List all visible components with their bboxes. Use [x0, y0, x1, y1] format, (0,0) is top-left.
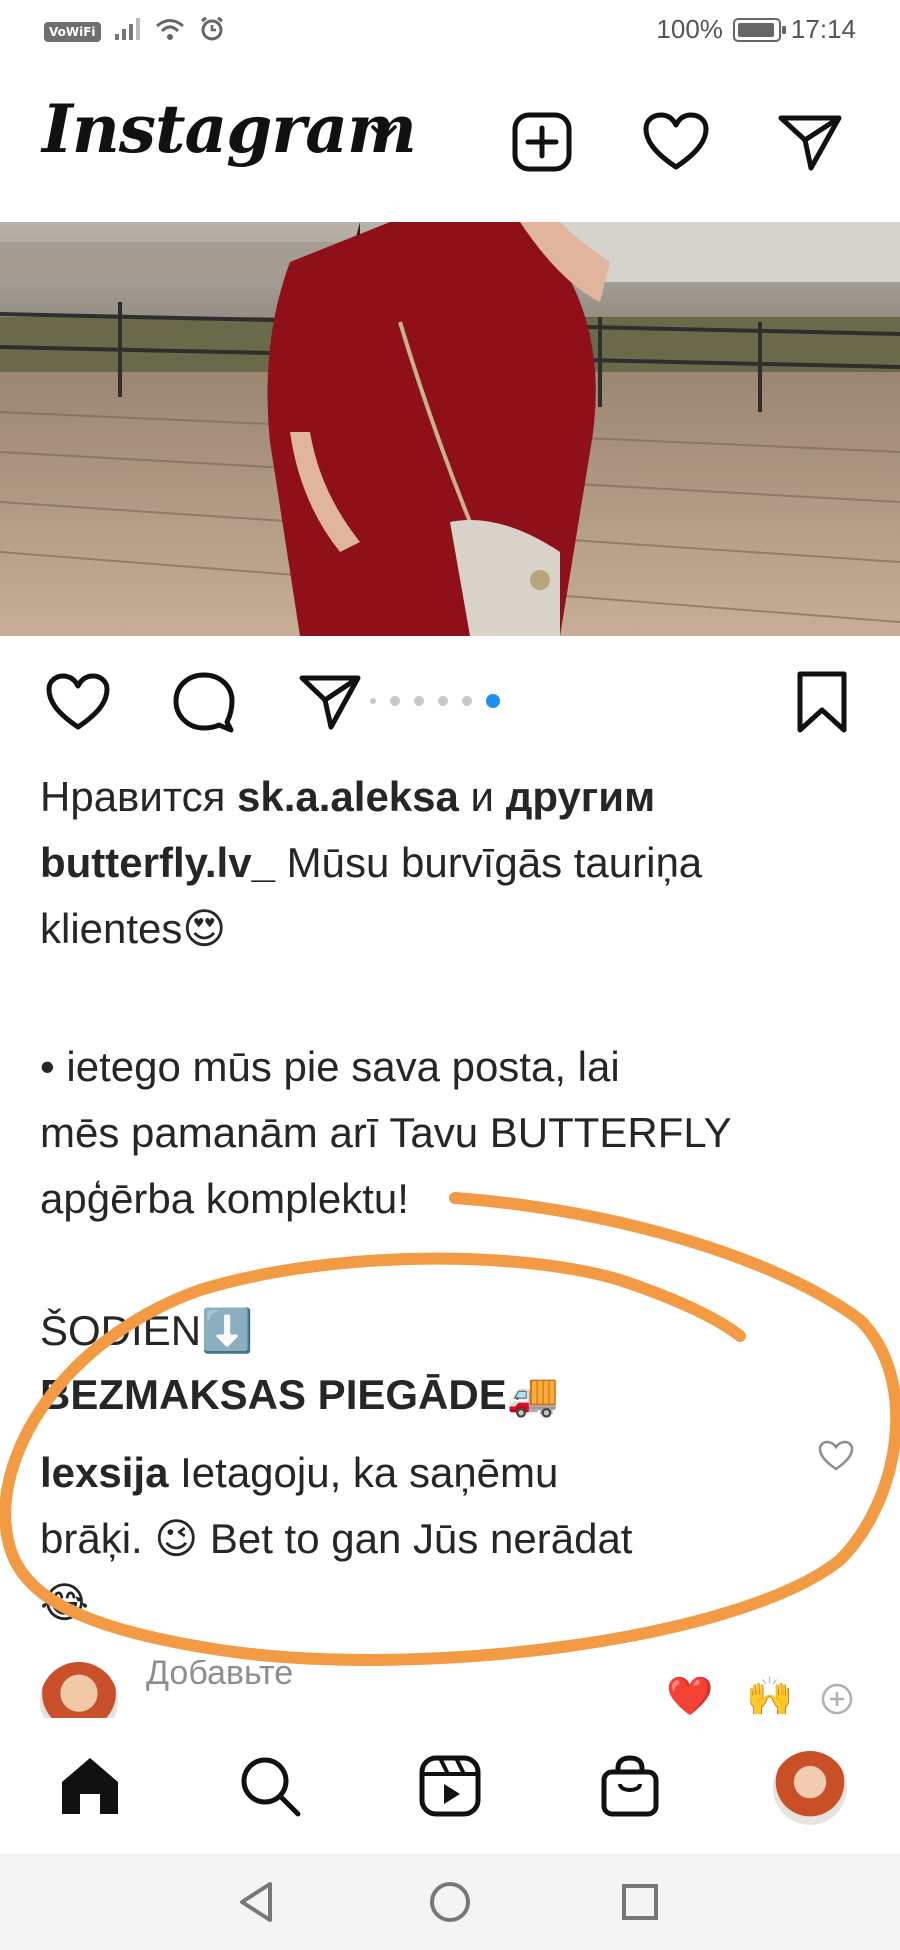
back-button[interactable]: [228, 1876, 284, 1932]
alarm-icon: [199, 16, 225, 47]
comment-line-2: brāķi. 😉 Bet to gan Jūs nerādat: [40, 1506, 860, 1572]
wink-emoji: 😉: [154, 1514, 199, 1563]
avatar: [773, 1751, 847, 1825]
caption-free-delivery-line: BEZMAKSAS PIEGĀDE🚚: [40, 1362, 860, 1428]
heart-icon: [45, 672, 111, 737]
plus-square-icon: [511, 111, 573, 178]
author-username[interactable]: butterfly.lv_: [40, 839, 275, 886]
shopping-bag-icon: [599, 1754, 661, 1823]
square-recents-icon: [620, 1882, 660, 1927]
direct-messages-button[interactable]: [774, 108, 846, 180]
nav-home[interactable]: [50, 1748, 130, 1828]
triangle-back-icon: [236, 1880, 276, 1929]
comment-button[interactable]: [162, 662, 246, 746]
comment-text-2b: Bet to gan Jūs nerādat: [198, 1515, 633, 1562]
heart-icon: [642, 111, 710, 178]
recents-button[interactable]: [612, 1876, 668, 1932]
comment-text-2a: brāķi.: [40, 1515, 155, 1562]
caption-line-1: butterfly.lv_ Mūsu burvīgās tauriņa: [40, 830, 860, 896]
add-comment-input[interactable]: Добавьте: [146, 1660, 293, 1693]
caption-text-1: Mūsu burvīgās tauriņa: [274, 839, 703, 886]
caption-today-line: ŠODIEN⬇️: [40, 1298, 860, 1364]
nav-search[interactable]: [230, 1748, 310, 1828]
carousel-indicator: [370, 694, 500, 708]
caption-bullet-line-2: mēs pamanām arī Tavu BUTTERFLY: [40, 1109, 732, 1156]
nav-shop[interactable]: [590, 1748, 670, 1828]
reels-icon: [418, 1754, 482, 1823]
battery-fill: [737, 22, 774, 37]
status-left: VoWiFi: [44, 16, 225, 47]
vowifi-badge: VoWiFi: [44, 21, 101, 42]
instagram-logo[interactable]: Instagram: [42, 90, 417, 168]
comment-line-3: 😂: [40, 1570, 860, 1636]
post-photo[interactable]: [0, 222, 900, 636]
speech-bubble-icon: [171, 670, 237, 739]
carousel-dot: [370, 698, 376, 704]
battery-icon: [732, 17, 786, 42]
save-button[interactable]: [780, 662, 864, 746]
bottom-navigation: [0, 1718, 900, 1854]
clock: 17:14: [790, 14, 856, 44]
nav-profile[interactable]: [770, 1748, 850, 1828]
carousel-dot: [462, 696, 472, 706]
down-arrow-emoji: ⬇️: [201, 1306, 254, 1355]
paper-plane-icon: [777, 112, 843, 177]
heart-eyes-emoji: 😍: [182, 904, 227, 953]
likes-prefix: Нравится: [40, 773, 237, 820]
wifi-icon: [155, 17, 185, 46]
carousel-dot: [390, 696, 400, 706]
app-header: Instagram: [0, 64, 900, 222]
carousel-dot: [486, 694, 500, 708]
likes-line: Нравится sk.a.aleksa и другим: [40, 764, 860, 830]
carousel-dot: [414, 696, 424, 706]
like-button[interactable]: [36, 662, 120, 746]
avatar[interactable]: [40, 1662, 118, 1718]
comment-like-button[interactable]: [818, 1440, 854, 1477]
caption-today: ŠODIEN: [40, 1307, 202, 1354]
nav-reels[interactable]: [410, 1748, 490, 1828]
caption-bullet-line-3: apģērba komplektu!: [40, 1175, 409, 1222]
liker-username[interactable]: sk.a.aleksa: [237, 773, 459, 820]
raising-hands-reaction[interactable]: 🙌: [746, 1674, 793, 1718]
add-comment-row: Добавьте ❤️ 🙌: [0, 1660, 900, 1718]
comment-text-1: Ietagoju, ka saņēmu: [168, 1449, 559, 1496]
status-right: 100% 17:14: [656, 14, 856, 45]
carousel-dot: [438, 696, 448, 706]
circle-home-icon: [428, 1880, 472, 1929]
caption-free-delivery: BEZMAKSAS PIEGĀDE: [40, 1371, 507, 1418]
delivery-truck-emoji: 🚚: [506, 1370, 560, 1419]
heart-icon: [818, 1440, 854, 1476]
heart-reaction[interactable]: ❤️: [666, 1674, 713, 1718]
caption-line-2: klientes😍: [40, 896, 860, 962]
likes-middle: и: [458, 773, 506, 820]
activity-button[interactable]: [640, 108, 712, 180]
chevron-down-icon[interactable]: [370, 124, 398, 147]
share-button[interactable]: [288, 662, 372, 746]
add-reaction-icon[interactable]: [820, 1682, 854, 1718]
battery-percent: 100%: [656, 14, 723, 44]
signal-icon: [114, 18, 141, 45]
tears-of-joy-emoji: 😂: [40, 1578, 90, 1627]
comment-line-1: lexsija Ietagoju, ka saņēmu: [40, 1440, 860, 1506]
likes-others-link[interactable]: другим: [506, 773, 656, 820]
post-actions: [0, 652, 900, 752]
caption-bullet-line-1: • ietego mūs pie sava posta, lai: [40, 1043, 620, 1090]
paper-plane-icon: [298, 673, 362, 736]
system-navigation-bar: [0, 1854, 900, 1950]
status-bar: VoWiFi 100% 17:14: [0, 0, 900, 64]
caption-text-2: klientes: [40, 905, 183, 952]
home-system-button[interactable]: [422, 1876, 478, 1932]
home-icon: [56, 1754, 124, 1823]
commenter-username[interactable]: lexsija: [40, 1449, 168, 1496]
search-icon: [238, 1754, 302, 1823]
bookmark-icon: [794, 670, 850, 739]
new-post-button[interactable]: [506, 108, 578, 180]
